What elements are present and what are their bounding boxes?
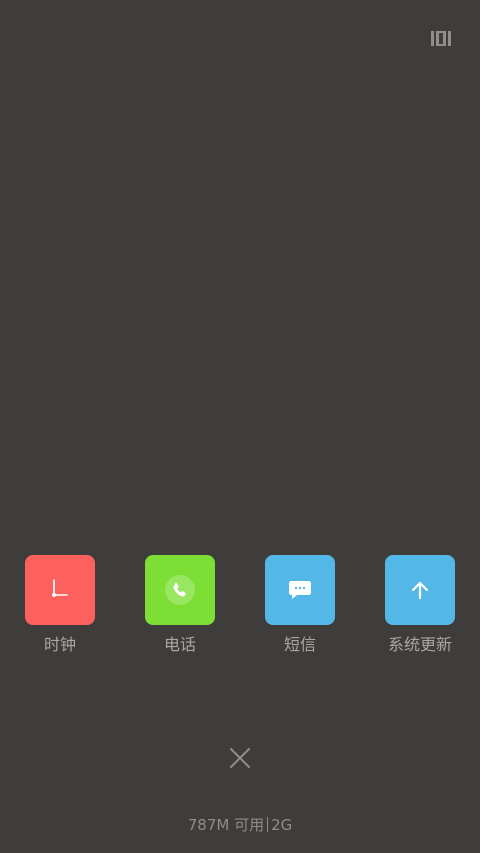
recent-app-phone[interactable]: 电话 — [120, 555, 240, 655]
app-label: 系统更新 — [387, 635, 452, 654]
memory-total-text: 2G — [271, 816, 293, 834]
recent-app-clock[interactable]: 时钟 — [0, 555, 120, 655]
app-label: 电话 — [163, 635, 196, 654]
recent-apps-row: 时钟 电话 短信 系统更新 — [0, 555, 480, 665]
messages-app-icon[interactable] — [265, 555, 335, 625]
close-icon — [230, 748, 250, 768]
arrow-up-icon — [411, 581, 429, 600]
clock-icon — [52, 579, 68, 597]
message-icon — [289, 581, 311, 599]
phone-app-icon[interactable] — [145, 555, 215, 625]
clear-all-button[interactable] — [224, 742, 256, 774]
system-update-app-icon[interactable] — [385, 555, 455, 625]
memory-divider — [267, 817, 269, 832]
list-view-icon — [431, 30, 451, 46]
phone-icon — [165, 575, 195, 605]
memory-available-text: 787M 可用 — [187, 816, 265, 834]
recent-app-messages[interactable]: 短信 — [240, 555, 360, 655]
clock-app-icon[interactable] — [25, 555, 95, 625]
app-label: 时钟 — [43, 635, 76, 654]
memory-status: 787M 可用 2G — [0, 815, 480, 835]
app-label: 短信 — [283, 635, 316, 654]
layout-toggle-button[interactable] — [428, 27, 454, 49]
recent-app-system-update[interactable]: 系统更新 — [360, 555, 480, 655]
